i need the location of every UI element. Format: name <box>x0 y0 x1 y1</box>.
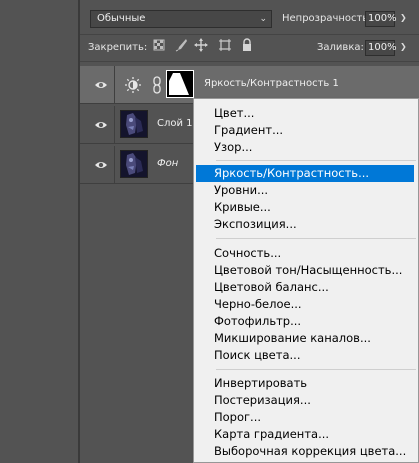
lock-artboard-icon[interactable] <box>218 38 234 54</box>
visibility-separator <box>114 66 115 103</box>
menu-separator <box>216 369 416 370</box>
menu-item-photo-filter[interactable]: Фотофильтр... <box>196 313 414 330</box>
blend-mode-select[interactable]: Обычные ⌄ <box>90 10 272 28</box>
opacity-dropdown-icon[interactable]: ❯ <box>400 13 407 22</box>
chain-link-icon[interactable] <box>152 76 162 97</box>
lock-image-pixels-icon[interactable] <box>174 38 190 54</box>
menu-item-selective-color[interactable]: Выборочная коррекция цвета... <box>196 443 414 460</box>
menu-item-brightness-contrast[interactable]: Яркость/Контрастность... <box>196 165 414 182</box>
menu-item-black-white[interactable]: Черно-белое... <box>196 296 414 313</box>
menu-item-invert[interactable]: Инвертировать <box>196 375 414 392</box>
fill-dropdown-icon[interactable]: ❯ <box>400 42 407 51</box>
layer-name: Фон <box>157 158 179 169</box>
menu-item-exposure[interactable]: Экспозиция... <box>196 216 414 233</box>
eye-icon[interactable] <box>94 158 108 172</box>
chevron-down-icon: ⌄ <box>259 14 267 24</box>
menu-item-hue-saturation[interactable]: Цветовой тон/Насыщенность... <box>196 262 414 279</box>
menu-item-vibrance[interactable]: Сочность... <box>196 245 414 262</box>
layer-thumbnail[interactable] <box>120 110 148 138</box>
menu-item-solid-color[interactable]: Цвет... <box>196 105 414 122</box>
layer-thumbnail[interactable] <box>120 150 148 178</box>
separator <box>80 34 419 35</box>
menu-item-color-balance[interactable]: Цветовой баланс... <box>196 279 414 296</box>
menu-item-pattern[interactable]: Узор... <box>196 139 414 156</box>
visibility-separator <box>114 146 115 183</box>
menu-item-gradient[interactable]: Градиент... <box>196 122 414 139</box>
menu-item-levels[interactable]: Уровни... <box>196 182 414 199</box>
lock-position-icon[interactable] <box>194 38 210 54</box>
opacity-label: Непрозрачность: <box>282 13 372 24</box>
adjustment-layer-menu: Цвет... Градиент... Узор... Яркость/Конт… <box>193 98 419 463</box>
eye-icon[interactable] <box>94 118 108 132</box>
left-canvas-strip <box>0 0 78 463</box>
menu-item-curves[interactable]: Кривые... <box>196 199 414 216</box>
eye-icon[interactable] <box>94 78 108 92</box>
layer-name: Яркость/Контрастность 1 <box>204 78 339 89</box>
opacity-field[interactable]: 100% <box>365 11 397 27</box>
layer-mask-thumbnail[interactable] <box>166 70 194 98</box>
fill-label: Заливка: <box>317 42 364 53</box>
layer-name: Слой 1 <box>157 118 193 129</box>
lock-transparent-pixels-icon[interactable] <box>152 38 168 54</box>
brightness-contrast-icon <box>124 76 142 97</box>
lock-label: Закрепить: <box>88 42 148 53</box>
separator <box>80 61 419 62</box>
menu-item-gradient-map[interactable]: Карта градиента... <box>196 426 414 443</box>
lock-all-icon[interactable] <box>240 38 256 54</box>
menu-item-color-lookup[interactable]: Поиск цвета... <box>196 347 414 364</box>
menu-item-threshold[interactable]: Порог... <box>196 409 414 426</box>
menu-separator <box>216 238 416 239</box>
visibility-separator <box>114 106 115 143</box>
blend-mode-value: Обычные <box>97 13 146 24</box>
menu-item-posterize[interactable]: Постеризация... <box>196 392 414 409</box>
menu-separator <box>216 160 416 161</box>
fill-field[interactable]: 100% <box>365 40 397 56</box>
menu-item-channel-mixer[interactable]: Микширование каналов... <box>196 330 414 347</box>
